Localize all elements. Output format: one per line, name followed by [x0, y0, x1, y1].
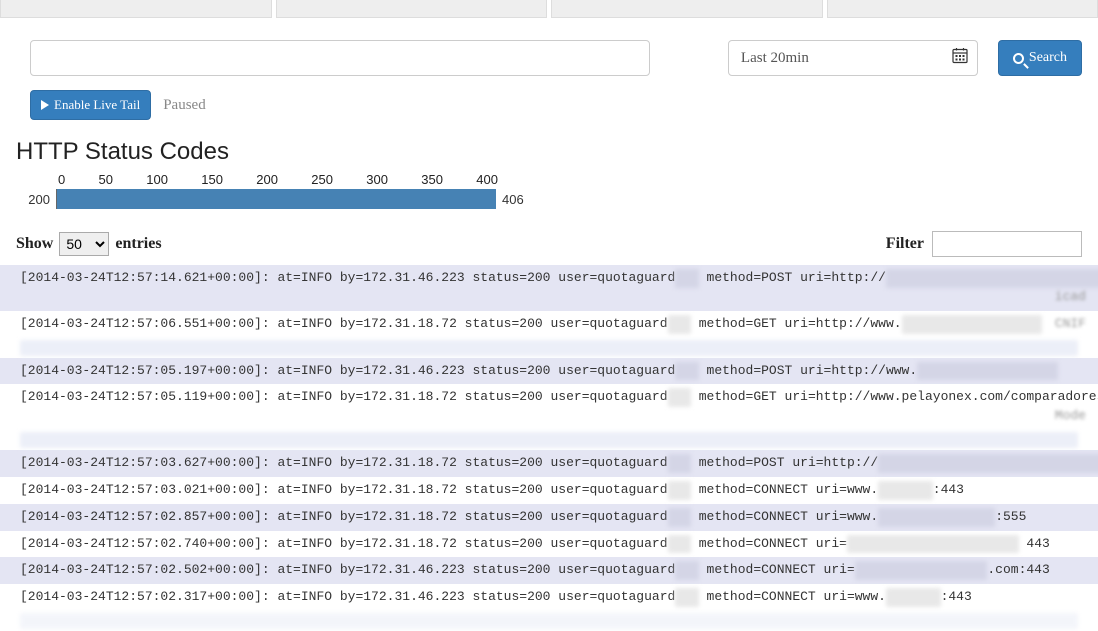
log-row[interactable]: [2014-03-24T12:57:02.502+00:00]: at=INFO… — [0, 557, 1098, 584]
redacted-line — [20, 613, 1078, 629]
chart-tick: 200 — [256, 172, 278, 187]
timerange-picker[interactable] — [728, 40, 978, 76]
table-controls: Show 102550100 entries Filter — [0, 231, 1098, 265]
top-tabs — [0, 0, 1098, 18]
tab-placeholder[interactable] — [551, 0, 823, 18]
enable-live-tail-button[interactable]: Enable Live Tail — [30, 90, 151, 120]
chart-tick: 0 — [58, 172, 65, 187]
log-row[interactable]: [2014-03-24T12:57:03.021+00:00]: at=INFO… — [0, 477, 1098, 504]
chart-tick: 100 — [146, 172, 168, 187]
chart-bars: 200 406 — [16, 189, 1098, 209]
search-button[interactable]: Search — [998, 40, 1082, 76]
log-row[interactable]: [2014-03-24T12:57:06.551+00:00]: at=INFO… — [0, 311, 1098, 338]
chart-title: HTTP Status Codes — [0, 138, 1098, 172]
live-tail-status: Paused — [163, 97, 206, 114]
log-row[interactable]: [2014-03-24T12:57:05.119+00:00]: at=INFO… — [0, 384, 1098, 430]
chart-x-axis: 0 50 100 150 200 250 300 350 400 — [58, 172, 498, 187]
chart-tick: 150 — [201, 172, 223, 187]
chart-bar-row: 200 406 — [16, 189, 1098, 209]
search-input[interactable] — [30, 40, 650, 76]
entries-label: entries — [115, 235, 161, 253]
search-button-label: Search — [1029, 50, 1067, 66]
redacted-line — [20, 340, 1078, 356]
log-table: [2014-03-24T12:57:14.621+00:00]: at=INFO… — [0, 265, 1098, 629]
log-row[interactable]: [2014-03-24T12:57:02.740+00:00]: at=INFO… — [0, 531, 1098, 558]
show-label: Show — [16, 235, 53, 253]
log-row[interactable]: [2014-03-24T12:57:14.621+00:00]: at=INFO… — [0, 265, 1098, 311]
status-chart: 0 50 100 150 200 250 300 350 400 200 406 — [0, 172, 1098, 231]
chart-tick: 300 — [366, 172, 388, 187]
filter-label: Filter — [886, 235, 924, 253]
tab-placeholder[interactable] — [276, 0, 548, 18]
redacted-line — [20, 432, 1078, 448]
chart-tick: 400 — [476, 172, 498, 187]
chart-bar — [57, 189, 496, 209]
search-icon — [1013, 53, 1024, 64]
controls-row: Search — [0, 18, 1098, 90]
live-tail-row: Enable Live Tail Paused — [0, 90, 1098, 138]
chart-value-label: 406 — [502, 192, 524, 207]
chart-tick: 50 — [99, 172, 113, 187]
tab-placeholder[interactable] — [827, 0, 1098, 18]
timerange-input[interactable] — [728, 40, 978, 76]
log-row[interactable]: [2014-03-24T12:57:02.317+00:00]: at=INFO… — [0, 584, 1098, 611]
chart-tick: 250 — [311, 172, 333, 187]
tab-placeholder[interactable] — [0, 0, 272, 18]
log-row[interactable]: [2014-03-24T12:57:03.627+00:00]: at=INFO… — [0, 450, 1098, 477]
filter-input[interactable] — [932, 231, 1082, 257]
page-size-select[interactable]: 102550100 — [59, 232, 109, 256]
chart-category-label: 200 — [16, 192, 56, 207]
live-tail-label: Enable Live Tail — [54, 97, 140, 113]
chart-track — [56, 189, 496, 209]
chart-tick: 350 — [421, 172, 443, 187]
log-row[interactable]: [2014-03-24T12:57:02.857+00:00]: at=INFO… — [0, 504, 1098, 531]
log-row[interactable]: [2014-03-24T12:57:05.197+00:00]: at=INFO… — [0, 358, 1098, 385]
play-icon — [41, 100, 49, 110]
